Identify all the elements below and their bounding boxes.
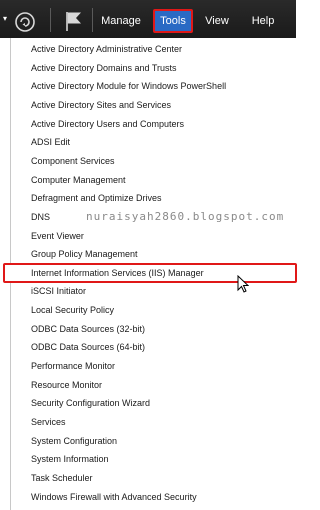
chevron-down-icon[interactable]: ▾ <box>0 14 10 24</box>
tools-menu-item[interactable]: Windows Firewall with Advanced Security <box>11 488 297 506</box>
tools-menu-item[interactable]: Active Directory Domains and Trusts <box>11 59 297 77</box>
tools-menu-item[interactable]: Task Scheduler <box>11 469 297 487</box>
tools-menu-item[interactable]: Active Directory Administrative Center <box>11 40 297 58</box>
refresh-icon[interactable] <box>14 11 36 33</box>
tools-menu-item[interactable]: ODBC Data Sources (64-bit) <box>11 338 297 356</box>
watermark-text: nuraisyah2860.blogspot.com <box>82 205 286 229</box>
tools-menu-item[interactable]: Active Directory Module for Windows Powe… <box>11 77 297 95</box>
toolbar-divider <box>50 8 51 32</box>
tools-dropdown-menu: Active Directory Administrative Center Ac… <box>3 38 297 510</box>
menu-tools[interactable]: Tools <box>153 9 193 33</box>
tools-menu-item[interactable]: Services <box>11 413 297 431</box>
tools-menu-item[interactable]: Group Policy Management <box>11 245 297 263</box>
tools-menu-item[interactable]: ODBC Data Sources (32-bit) <box>11 320 297 338</box>
tools-menu-item[interactable]: Component Services <box>11 152 297 170</box>
tools-menu-item[interactable]: Security Configuration Wizard <box>11 394 297 412</box>
tools-menu-item[interactable]: Active Directory Users and Computers <box>11 115 297 133</box>
mouse-pointer-icon <box>237 275 249 293</box>
tools-menu-item[interactable]: iSCSI Initiator <box>11 282 297 300</box>
tools-menu-item[interactable]: Computer Management <box>11 171 297 189</box>
notifications-flag-icon[interactable] <box>64 10 84 32</box>
menu-manage[interactable]: Manage <box>98 10 144 32</box>
tools-menu-item[interactable]: ADSI Edit <box>11 133 297 151</box>
toolbar-divider <box>92 8 93 32</box>
tools-menu-item-iis-manager[interactable]: Internet Information Services (IIS) Mana… <box>3 262 297 283</box>
menu-help[interactable]: Help <box>246 10 280 32</box>
server-manager-toolbar: ▾ Manage Tools View Help <box>0 0 296 38</box>
tools-menu-item[interactable]: Resource Monitor <box>11 376 297 394</box>
tools-menu-item[interactable]: Local Security Policy <box>11 301 297 319</box>
tools-menu-item[interactable]: System Information <box>11 450 297 468</box>
menu-view[interactable]: View <box>200 10 234 32</box>
tools-menu-item[interactable]: Performance Monitor <box>11 357 297 375</box>
tools-menu-item[interactable]: Active Directory Sites and Services <box>11 96 297 114</box>
tools-menu-item[interactable]: Event Viewer <box>11 227 297 245</box>
tools-menu-item[interactable]: System Configuration <box>11 432 297 450</box>
